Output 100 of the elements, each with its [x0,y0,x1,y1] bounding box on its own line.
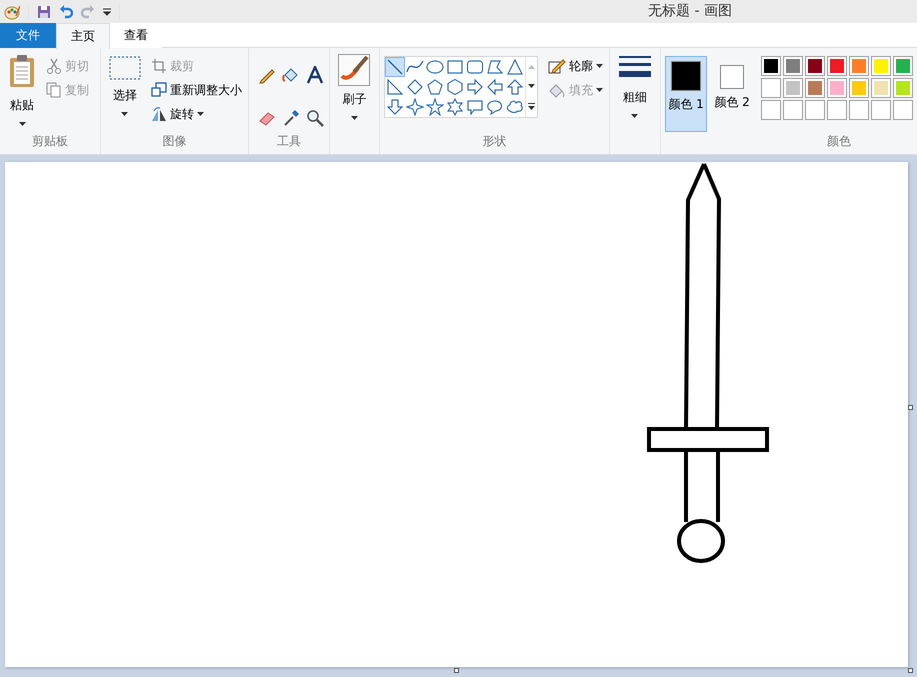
brushes-button[interactable]: 刷子 [334,52,374,132]
arrow-down-shape-button[interactable] [384,97,405,117]
palette-color-button[interactable] [871,56,891,76]
copy-icon [46,82,62,98]
polygon-icon [486,58,504,76]
resize-icon [150,82,167,98]
scissors-icon [46,58,62,74]
group-label: 剪贴板 [30,133,69,150]
triangle-shape-button[interactable] [504,57,525,77]
group-label: 颜色 [826,133,852,150]
empty-color-slot[interactable] [849,100,869,120]
caret-icon [121,112,128,116]
clipboard-icon [8,54,36,88]
resize-handle[interactable] [908,405,913,410]
right-triangle-shape-button[interactable] [384,77,405,97]
rounded-rectangle-icon [466,58,484,76]
palette-color-button[interactable] [893,78,913,98]
paint-palette-icon [4,4,20,20]
star6-shape-button[interactable] [444,97,465,117]
caret-icon [528,84,535,88]
rectangle-icon [446,58,464,76]
undo-icon [59,4,73,18]
empty-color-slot[interactable] [783,100,803,120]
save-icon [37,4,51,18]
star4-icon [406,98,424,116]
caret-icon [18,122,26,126]
group-label: 形状 [481,133,508,150]
paint-bucket-icon [548,82,566,98]
caret-icon [350,116,358,120]
pentagon-icon [426,78,444,96]
palette-color-button[interactable] [893,56,913,76]
group-label: 工具 [276,133,302,150]
group-label: 图像 [161,133,188,150]
star4-shape-button[interactable] [404,97,425,117]
palette-color-button[interactable] [805,78,825,98]
scroll-up-icon [528,64,535,68]
caret-icon [196,112,204,116]
resize-button[interactable]: 重新调整大小 [148,80,244,100]
palette-color-button[interactable] [849,78,869,98]
magnifier-icon [306,109,324,128]
empty-color-slot[interactable] [893,100,913,120]
line-icon [386,58,404,76]
letter-a-icon [306,66,324,84]
oval-icon [426,58,444,76]
resize-handle[interactable] [908,668,913,673]
palette-color-button[interactable] [871,78,891,98]
arrow-left-icon [486,78,504,96]
hexagon-icon [446,78,464,96]
pentagon-shape-button[interactable] [424,77,445,97]
file-menu-tab[interactable]: 文件 [0,23,56,48]
arrow-up-shape-button[interactable] [504,77,525,97]
diamond-icon [406,78,424,96]
eyedropper-icon [282,109,300,128]
redo-icon [81,4,95,18]
dropdown-icon [103,8,111,16]
size-button[interactable]: 粗细 [614,52,656,132]
outline-button[interactable]: 轮廓 [546,56,605,76]
caret-icon [596,88,603,92]
palette-color-button[interactable] [761,78,781,98]
palette-color-button[interactable] [783,56,803,76]
callout-rect-icon [466,98,484,116]
right-triangle-icon [386,78,404,96]
palette-color-button[interactable] [849,56,869,76]
crop-icon [150,58,167,74]
arrow-left-shape-button[interactable] [484,77,505,97]
palette-color-button[interactable] [827,78,847,98]
paste-button[interactable]: 粘贴 [4,52,40,132]
arrow-up-icon [506,78,524,96]
color-slot-button[interactable]: 颜色 2 [711,56,753,132]
selection-icon [108,54,141,82]
star6-icon [446,98,464,116]
pencil-icon [548,58,566,74]
star5-shape-button[interactable] [424,97,445,117]
empty-color-slot[interactable] [871,100,891,120]
brush-icon [338,54,370,86]
palette-color-button[interactable] [761,56,781,76]
palette-color-button[interactable] [783,78,803,98]
ribbon-tab[interactable]: 主页 [56,23,110,49]
rotate-icon [150,106,167,122]
color-slot-button[interactable]: 颜色 1 [665,56,707,132]
window-title: 无标题 - 画图 [648,2,732,21]
palette-color-button[interactable] [827,56,847,76]
empty-color-slot[interactable] [761,100,781,120]
empty-color-slot[interactable] [805,100,825,120]
select-button[interactable]: 选择 [104,52,145,132]
caret-icon [631,114,638,118]
hexagon-shape-button[interactable] [444,77,465,97]
resize-handle[interactable] [454,668,459,673]
line-shape-button[interactable] [384,57,405,77]
paint-bucket-icon [282,66,300,84]
rotate-button[interactable]: 旋转 [148,104,244,124]
triangle-icon [506,58,524,76]
diamond-shape-button[interactable] [404,77,425,97]
expand-icon [528,102,535,110]
arrow-right-shape-button[interactable] [464,77,485,97]
callout-cloud-icon [506,98,524,116]
star5-icon [426,98,444,116]
arrow-right-icon [466,78,484,96]
empty-color-slot[interactable] [827,100,847,120]
palette-color-button[interactable] [805,56,825,76]
